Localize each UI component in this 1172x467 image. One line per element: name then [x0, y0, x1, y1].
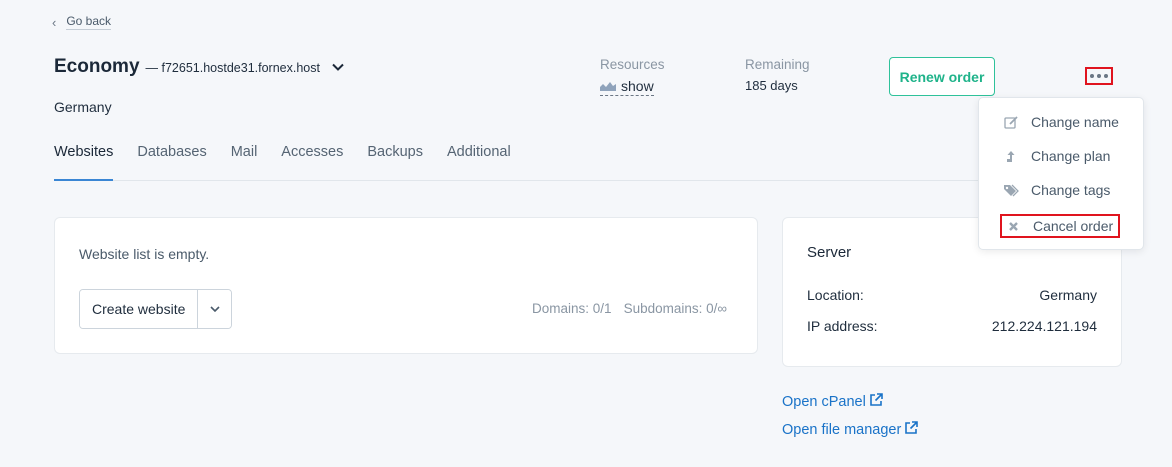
open-file-manager-link[interactable]: Open file manager	[782, 421, 919, 439]
menu-item-label: Change plan	[1031, 148, 1111, 164]
tab-accesses[interactable]: Accesses	[281, 143, 343, 181]
resources-value: show	[621, 78, 654, 94]
page: ‹ Go back Economy — f72651.hostde31.forn…	[0, 0, 1172, 467]
create-website-button[interactable]: Create website	[80, 290, 198, 328]
resources-show-link[interactable]: show	[600, 78, 654, 96]
external-link-icon	[869, 393, 883, 411]
plan-name: Economy	[54, 56, 140, 77]
area-chart-icon	[600, 78, 616, 94]
tab-websites[interactable]: Websites	[54, 143, 114, 181]
location-value: Germany	[1039, 287, 1097, 303]
tags-icon	[1003, 184, 1019, 197]
menu-item-change-plan[interactable]: Change plan	[1003, 148, 1110, 164]
page-title: Economy — f72651.hostde31.fornex.host	[54, 56, 344, 78]
server-location-row: Location: Germany	[807, 287, 1097, 303]
country-label: Germany	[54, 99, 112, 115]
tab-additional[interactable]: Additional	[447, 143, 511, 181]
tab-bar: Websites Databases Mail Accesses Backups…	[54, 143, 1122, 181]
go-back-label: Go back	[66, 14, 112, 30]
server-ip-row: IP address: 212.224.121.194	[807, 318, 1097, 334]
go-back-link[interactable]: ‹ Go back	[52, 14, 112, 30]
chevron-down-icon	[210, 303, 220, 315]
resources-label: Resources	[600, 57, 665, 72]
website-counts: Domains: 0/1 Subdomains: 0/∞	[532, 301, 727, 316]
menu-item-label: Change tags	[1031, 182, 1111, 198]
location-label: Location:	[807, 287, 864, 303]
more-options-menu: Change name Change plan Change tags Canc…	[978, 97, 1144, 250]
remaining-block: Remaining 185 days	[745, 57, 810, 93]
tab-databases[interactable]: Databases	[137, 143, 206, 181]
ip-label: IP address:	[807, 318, 878, 334]
menu-item-label: Change name	[1031, 114, 1119, 130]
open-cpanel-link[interactable]: Open cPanel	[782, 393, 883, 411]
menu-item-label: Cancel order	[1033, 218, 1114, 234]
close-x-icon	[1005, 221, 1021, 232]
menu-item-cancel-order[interactable]: Cancel order	[1000, 214, 1121, 238]
domains-count: Domains: 0/1	[532, 301, 612, 316]
dot	[1090, 74, 1094, 78]
more-options-button[interactable]	[1085, 67, 1113, 85]
tab-backups[interactable]: Backups	[367, 143, 423, 181]
chevron-left-icon: ‹	[52, 14, 57, 30]
open-file-manager-label: Open file manager	[782, 422, 902, 438]
website-list-empty-text: Website list is empty.	[79, 246, 210, 262]
resources-block: Resources show	[600, 57, 665, 96]
renew-order-button[interactable]: Renew order	[889, 57, 995, 96]
create-website-group: Create website	[79, 289, 233, 329]
subdomains-count: Subdomains: 0/∞	[623, 301, 727, 316]
dot	[1097, 74, 1101, 78]
ip-value: 212.224.121.194	[991, 318, 1097, 334]
create-website-dropdown-button[interactable]	[197, 290, 232, 328]
remaining-value: 185 days	[745, 78, 798, 93]
open-cpanel-label: Open cPanel	[782, 394, 866, 410]
host-name: — f72651.hostde31.fornex.host	[145, 61, 320, 75]
external-link-icon	[904, 421, 919, 439]
tab-mail[interactable]: Mail	[231, 143, 258, 181]
upload-arrow-icon	[1003, 150, 1019, 163]
server-title: Server	[807, 244, 852, 261]
remaining-label: Remaining	[745, 57, 810, 72]
websites-card: Website list is empty. Create website Do…	[54, 217, 758, 354]
edit-icon	[1003, 115, 1019, 129]
chevron-down-icon[interactable]	[332, 60, 344, 74]
dot	[1104, 74, 1108, 78]
menu-item-change-tags[interactable]: Change tags	[1003, 182, 1110, 198]
menu-item-change-name[interactable]: Change name	[1003, 114, 1119, 130]
